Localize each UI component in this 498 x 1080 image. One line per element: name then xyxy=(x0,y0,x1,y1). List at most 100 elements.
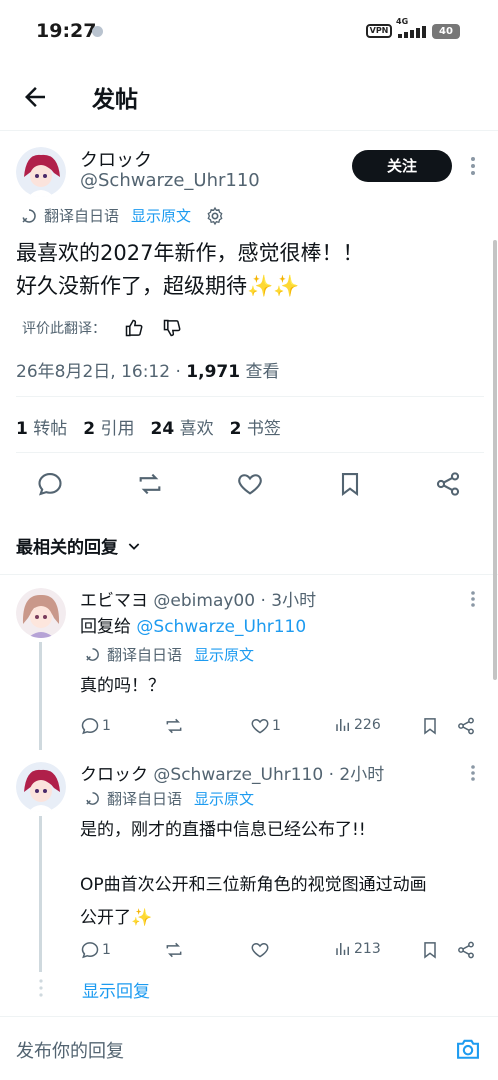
repost-icon[interactable] xyxy=(164,716,184,736)
more-vertical-icon[interactable] xyxy=(470,590,476,608)
notification-icon xyxy=(92,26,103,37)
likes-stat[interactable]: 24 喜欢 xyxy=(151,414,214,439)
reply-sort-dropdown[interactable]: 最相关的回复 xyxy=(16,533,142,558)
avatar[interactable] xyxy=(16,588,66,638)
like-icon[interactable] xyxy=(236,470,264,498)
quotes-stat[interactable]: 2 引用 xyxy=(83,414,134,439)
divider xyxy=(0,574,498,575)
reply-text: 真的吗！？ xyxy=(80,676,165,696)
author-name[interactable]: クロック xyxy=(80,146,152,172)
share-icon[interactable] xyxy=(456,716,476,736)
reply-text-line: 是的，刚才的直播中信息已经公布了!! xyxy=(80,820,366,840)
post-text-line: 最喜欢的2027年新作，感觉很棒！！ xyxy=(16,241,364,265)
reply-text-line: 公开了✨ xyxy=(80,908,153,928)
divider xyxy=(16,452,484,453)
views-label: 查看 xyxy=(240,362,280,382)
reply-header: エビマヨ @ebimay00 · 3小时 xyxy=(80,586,316,611)
reply-icon[interactable] xyxy=(36,470,64,498)
translate-icon xyxy=(22,208,36,223)
vpn-icon: VPN xyxy=(366,24,392,38)
show-original-link[interactable]: 显示原文 xyxy=(131,205,191,226)
reply-text-line: OP曲首次公开和三位新角色的视觉图通过动画 xyxy=(80,875,427,895)
like-icon xyxy=(251,718,269,734)
reply-author-handle[interactable]: @ebimay00 · 3小时 xyxy=(153,591,316,611)
repost-icon[interactable] xyxy=(164,940,184,960)
views-count: 213 xyxy=(354,941,381,957)
camera-icon[interactable] xyxy=(454,1035,482,1063)
bookmark-icon[interactable] xyxy=(336,470,364,498)
bookmark-icon[interactable] xyxy=(420,940,440,960)
divider xyxy=(16,396,484,397)
reply-author-handle[interactable]: @Schwarze_Uhr110 · 2小时 xyxy=(153,765,384,785)
network-type: 4G xyxy=(396,17,409,26)
reply-sort-label: 最相关的回复 xyxy=(16,538,118,558)
views-icon xyxy=(336,719,349,731)
thread-line xyxy=(39,816,42,972)
views-count: 1,971 xyxy=(186,362,241,382)
reposts-stat[interactable]: 1 转帖 xyxy=(16,414,67,439)
signal-icon xyxy=(398,26,426,38)
top-bar: 发帖 xyxy=(0,62,498,130)
reply-button[interactable]: 1 xyxy=(80,940,111,960)
thumbs-up-icon[interactable] xyxy=(124,318,144,338)
page-title: 发帖 xyxy=(92,87,138,113)
share-icon[interactable] xyxy=(456,940,476,960)
avatar[interactable] xyxy=(16,762,66,812)
battery-icon: 40 xyxy=(432,24,460,39)
show-replies-link[interactable]: 显示回复 xyxy=(82,977,150,1002)
rate-translation-label: 评价此翻译： xyxy=(22,321,106,337)
reply-author-name[interactable]: クロック xyxy=(80,765,148,785)
translated-from-label: 翻译自日语 xyxy=(107,790,183,808)
translation-row: 翻译自日语 显示原文 xyxy=(84,644,254,665)
status-time: 19:27 xyxy=(36,20,97,42)
bookmark-icon[interactable] xyxy=(420,716,440,736)
reply-button[interactable]: 1 xyxy=(80,716,111,736)
reply-to-prefix: 回复给 xyxy=(80,617,137,637)
translate-icon xyxy=(86,792,99,805)
bookmarks-stat[interactable]: 2 书签 xyxy=(230,414,281,439)
share-icon[interactable] xyxy=(434,470,462,498)
translate-icon xyxy=(86,648,99,661)
back-arrow-icon[interactable] xyxy=(20,82,50,112)
reply-icon xyxy=(81,942,99,959)
avatar[interactable] xyxy=(16,147,66,197)
reply-count: 1 xyxy=(102,718,111,734)
gear-icon[interactable] xyxy=(205,206,225,226)
reply-to-line: 回复给 @Schwarze_Uhr110 xyxy=(80,612,306,637)
reply-composer: 发布你的回复 xyxy=(0,1016,498,1080)
reply-count: 1 xyxy=(102,942,111,958)
post-text-line: 好久没新作了，超级期待✨✨ xyxy=(16,274,300,298)
views-count: 226 xyxy=(354,717,381,733)
scrollbar[interactable] xyxy=(493,240,497,680)
reply-header: クロック @Schwarze_Uhr110 · 2小时 xyxy=(80,760,384,785)
reply-to-handle[interactable]: @Schwarze_Uhr110 xyxy=(136,617,306,637)
follow-button[interactable]: 关注 xyxy=(352,150,452,182)
thumbs-down-icon[interactable] xyxy=(162,318,182,338)
more-vertical-icon[interactable] xyxy=(470,764,476,782)
views-button[interactable]: 226 xyxy=(334,716,381,734)
reply-icon xyxy=(81,718,99,735)
chevron-down-icon xyxy=(128,542,140,550)
reply-author-name[interactable]: エビマヨ xyxy=(80,591,148,611)
like-button[interactable]: 1 xyxy=(250,716,281,736)
views-icon xyxy=(336,943,349,955)
show-original-link[interactable]: 显示原文 xyxy=(194,644,254,665)
translated-from-label: 翻译自日语 xyxy=(107,646,183,664)
translation-row: 翻译自日语 显示原文 xyxy=(84,788,254,809)
like-count: 1 xyxy=(272,718,281,734)
post-meta: 26年8月2日, 16:12 · 1,971 查看 xyxy=(16,357,279,382)
thread-dots xyxy=(39,979,43,997)
like-icon[interactable] xyxy=(250,940,270,960)
rate-translation-row: 评价此翻译： xyxy=(22,318,182,338)
show-original-link[interactable]: 显示原文 xyxy=(194,788,254,809)
thread-line xyxy=(39,642,42,750)
post-date: 26年8月2日, 16:12 · xyxy=(16,362,187,382)
views-button[interactable]: 213 xyxy=(334,940,381,958)
repost-icon[interactable] xyxy=(136,470,164,498)
translated-from-label: 翻译自日语 xyxy=(44,207,120,225)
more-vertical-icon[interactable] xyxy=(470,156,476,176)
author-handle[interactable]: @Schwarze_Uhr110 xyxy=(80,170,260,191)
translation-row: 翻译自日语 显示原文 xyxy=(20,205,225,226)
reply-input[interactable]: 发布你的回复 xyxy=(16,1037,124,1063)
